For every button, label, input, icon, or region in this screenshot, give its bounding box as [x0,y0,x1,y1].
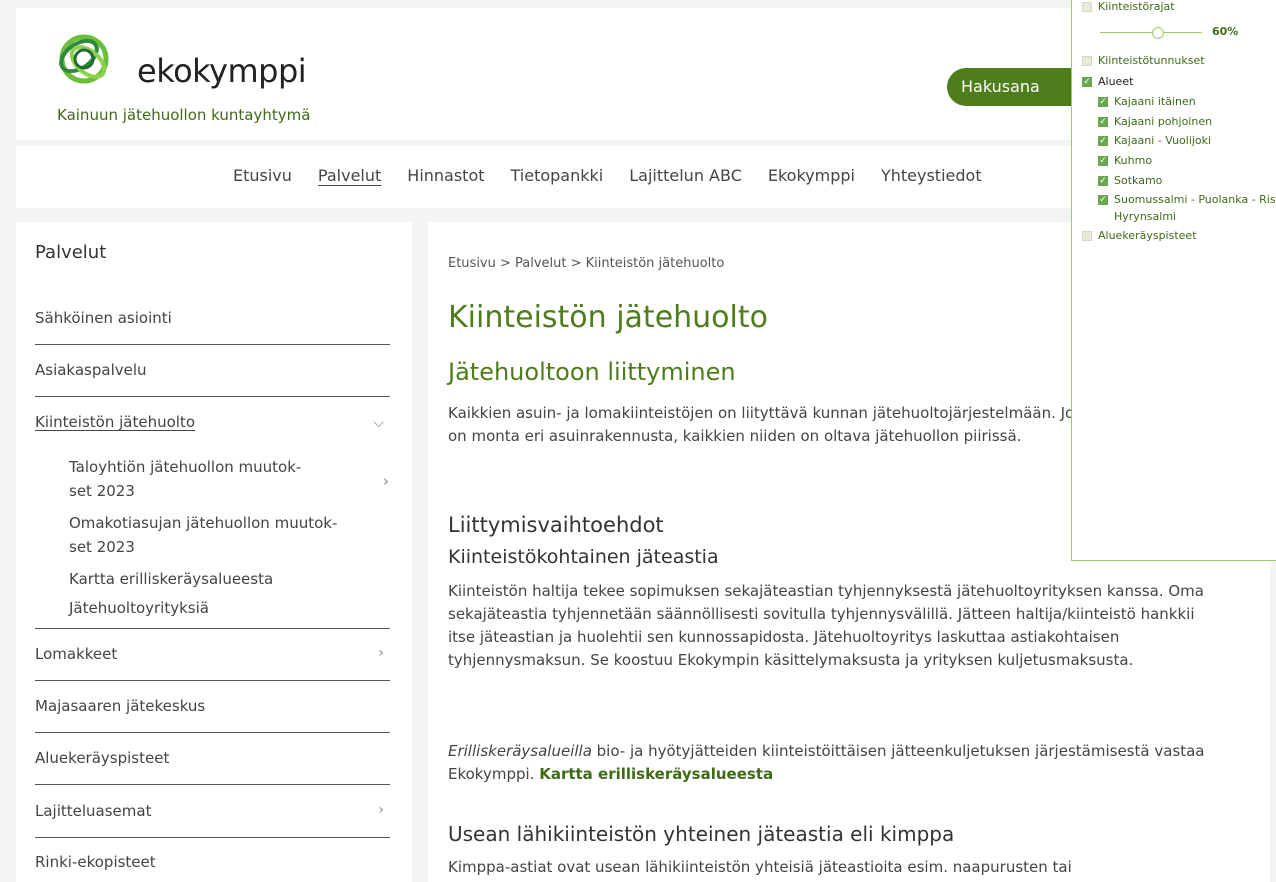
checkbox-checked[interactable]: ✓ [1082,76,1092,87]
heading-options: Liittymisvaihtoehdot [448,513,664,537]
nav-palvelut[interactable]: Palvelut [318,166,381,185]
heading-kimppa: Usean lähikiinteistön yhteinen jäteastia… [448,822,955,846]
sidebar-item-label: Lomakkeet [35,645,118,663]
logo-text[interactable]: ekokymppi [137,52,307,90]
layer-property-borders[interactable]: Kiinteistörajat [1082,0,1175,13]
checkbox-checked[interactable]: ✓ [1098,194,1108,205]
paragraph-separate-collection: Erilliskeräysalueilla bio- ja hyötyjätte… [448,740,1238,786]
sidebar-title: Palvelut [35,242,107,263]
sidebar-subitem-label: set 2023 [69,538,135,556]
sidebar-subitem-omakotiasuja[interactable]: Omakotiasujan jätehuollon muutok- set 20… [69,511,369,559]
divider [35,837,390,838]
checkbox-checked[interactable]: ✓ [1098,175,1108,186]
map-layer-panel: Kiinteistörajat 60% Kiinteistötunnukset … [1071,0,1276,561]
emphasis-text: Erilliskeräysalueilla [448,742,592,760]
divider [35,732,390,733]
nav-ekokymppi[interactable]: Ekokymppi [768,166,855,185]
layer-label: Aluekeräyspisteet [1098,229,1197,242]
sidebar-item-sahkoinen-asiointi[interactable]: Sähköinen asiointi [35,309,390,327]
checkbox-checked[interactable]: ✓ [1098,116,1108,127]
sidebar-item-asiakaspalvelu[interactable]: Asiakaspalvelu [35,361,390,379]
checkbox[interactable] [1082,55,1092,66]
opacity-value: 60% [1212,25,1239,38]
checkbox[interactable] [1082,230,1092,241]
layer-area-item[interactable]: ✓ Kuhmo [1098,154,1152,167]
nav-lajittelun-abc[interactable]: Lajittelun ABC [629,166,742,185]
layer-area-item[interactable]: ✓ Sotkamo [1098,174,1162,187]
divider [35,344,390,345]
sidebar-subitem-kartta[interactable]: Kartta erilliskeräysalueesta [69,567,369,591]
layer-area-item[interactable]: ✓ Suomussalmi - Puolanka - Ristijärvi - [1098,193,1276,206]
paragraph-property-container: Kiinteistön haltija tekee sopimuksen sek… [448,582,1204,669]
sidebar-item-label: Lajitteluasemat [35,802,152,820]
nav-hinnastot[interactable]: Hinnastot [407,166,484,185]
layer-label: Kiinteistörajat [1098,0,1175,13]
chevron-right-icon[interactable]: › [378,802,384,818]
heading-joining: Jätehuoltoon liittyminen [448,358,736,386]
layer-area-item[interactable]: ✓ Kajaani - Vuolijoki [1098,134,1211,147]
layer-label: Suomussalmi - Puolanka - Ristijärvi - [1114,193,1276,206]
chevron-right-icon[interactable]: › [383,469,389,493]
paragraph-kimppa: Kimppa-astiat ovat usean lähikiinteistön… [448,858,1072,876]
divider [35,784,390,785]
layer-area-item[interactable]: ✓ Kajaani pohjoinen [1098,115,1212,128]
divider [35,680,390,681]
divider [35,628,390,629]
sidebar-item-aluekerayspisteet[interactable]: Aluekeräyspisteet [35,749,390,767]
sidebar-item-kiinteiston-jatehuolto[interactable]: Kiinteistön jätehuolto ⌵ [35,413,390,431]
layer-area-item-continuation: Hyrynsalmi [1114,210,1177,223]
breadcrumb[interactable]: Etusivu > Palvelut > Kiinteistön jätehuo… [448,256,724,271]
sidebar-subitem-jatehuoltoyrityksia[interactable]: Jätehuoltoyrityksiä [69,596,369,620]
nav-etusivu[interactable]: Etusivu [233,166,292,185]
ekokymppi-logo-icon[interactable] [53,28,115,90]
sidebar-subitem-label: Omakotiasujan jätehuollon muutok- [69,514,338,532]
layer-label: Kajaani itäinen [1114,95,1196,108]
layer-area-item[interactable]: ✓ Kajaani itäinen [1098,95,1196,108]
sidebar-subitem-label: Taloyhtiön jätehuollon muutok- [69,458,302,476]
layer-label: Kuhmo [1114,154,1153,167]
sidebar-item-lajitteluasemat[interactable]: Lajitteluasemat › [35,802,390,820]
logo-subtitle: Kainuun jätehuollon kuntayhtymä [57,106,311,124]
layer-property-ids[interactable]: Kiinteistötunnukset [1082,54,1205,67]
separate-collection-map-link[interactable]: Kartta erilliskeräysalueesta [539,765,773,783]
layer-label: Sotkamo [1114,174,1163,187]
layer-label: Alueet [1098,75,1134,88]
sidebar-item-lomakkeet[interactable]: Lomakkeet › [35,645,390,663]
search-button[interactable]: Hakusana [947,68,1087,106]
divider [35,396,390,397]
nav-tietopankki[interactable]: Tietopankki [511,166,604,185]
sidebar-item-rinki-ekopisteet[interactable]: Rinki-ekopisteet [35,853,390,871]
layer-areas[interactable]: ✓ Alueet [1082,75,1133,88]
layer-label: Kiinteistötunnukset [1098,54,1205,67]
opacity-slider-track[interactable] [1100,32,1202,33]
chevron-down-icon[interactable]: ⌵ [373,415,384,431]
layer-label: Kajaani - Vuolijoki [1114,134,1212,147]
opacity-slider-handle[interactable] [1152,27,1164,39]
nav-yhteystiedot[interactable]: Yhteystiedot [881,166,982,185]
heading-property-container: Kiinteistökohtainen jäteastia [448,546,719,568]
checkbox[interactable] [1082,1,1092,12]
chevron-right-icon[interactable]: › [378,645,384,661]
page-title: Kiinteistön jätehuolto [448,300,768,335]
sidebar-item-label: Kiinteistön jätehuolto [35,413,195,431]
sidebar-item-majasaaren-jatekeskus[interactable]: Majasaaren jätekeskus [35,697,390,715]
checkbox-checked[interactable]: ✓ [1098,96,1108,107]
sidebar: Palvelut Sähköinen asiointi Asiakaspalve… [16,222,412,882]
sidebar-subitem-taloyhtio[interactable]: Taloyhtiön jätehuollon muutok- set 2023 … [69,455,389,503]
sidebar-subitem-label: set 2023 [69,482,135,500]
layer-collection-points[interactable]: Aluekeräyspisteet [1082,229,1197,242]
checkbox-checked[interactable]: ✓ [1098,135,1108,146]
checkbox-checked[interactable]: ✓ [1098,155,1108,166]
layer-label: Kajaani pohjoinen [1114,115,1213,128]
